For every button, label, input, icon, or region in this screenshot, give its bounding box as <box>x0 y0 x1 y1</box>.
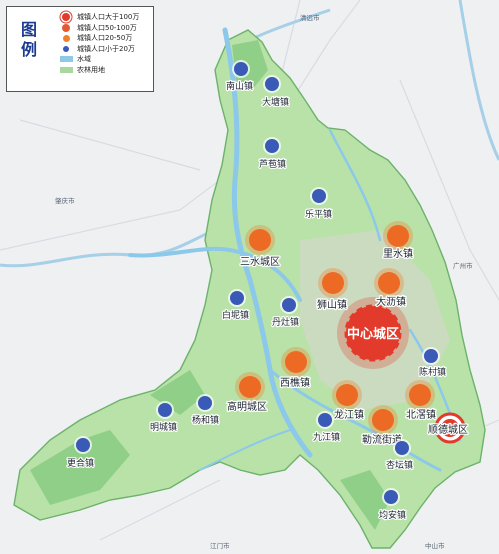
legend-box: 图例 城镇人口大于100万 城镇人口50-100万 城镇人口20-50万 城镇人… <box>6 6 154 92</box>
town-dot <box>198 396 212 410</box>
town-label-nanshan: 南山镇 <box>226 80 253 92</box>
town-label-gaoming: 高明城区 <box>227 400 267 413</box>
town-label-sanshui: 三水城区 <box>240 256 280 268</box>
legend-item-farmland: 农林用地 <box>59 65 139 76</box>
town-dot <box>234 62 248 76</box>
town-dot <box>285 351 307 373</box>
town-label-genghe: 更合镇 <box>67 457 94 469</box>
shunde-city-label: 顺德城区 <box>428 423 468 436</box>
city-label-zhaoqing: 肇庆市 <box>55 196 75 205</box>
town-label-baini: 白坭镇 <box>222 309 249 321</box>
town-label-lubao: 芦苞镇 <box>259 158 286 170</box>
town-label-xiqiao: 西樵镇 <box>280 376 310 389</box>
legend-item-50-100: 城镇人口50-100万 <box>59 23 139 34</box>
legend-symbol-under-20 <box>59 45 73 53</box>
town-marker-shishan[interactable]: 狮山镇 <box>316 268 348 312</box>
town-label-jun_an: 均安镇 <box>379 509 406 521</box>
town-dot <box>424 349 438 363</box>
town-label-mingcheng: 明城镇 <box>150 421 177 433</box>
city-label-qingyuan: 清远市 <box>300 13 320 22</box>
town-label-longjiang: 龙江镇 <box>334 408 364 421</box>
town-marker-beijiao[interactable]: 北滘镇 <box>405 380 437 422</box>
town-label-jiujiang: 九江镇 <box>313 431 340 443</box>
town-label-leping: 乐平镇 <box>305 208 332 220</box>
center-city-label: 中心城区 <box>347 326 399 342</box>
town-label-shishan: 狮山镇 <box>317 298 347 311</box>
legend-symbol-large-city <box>59 13 73 22</box>
legend-label: 城镇人口大于100万 <box>77 13 140 22</box>
town-dot <box>378 272 400 294</box>
town-label-dali: 大沥镇 <box>376 295 406 308</box>
town-marker-xiqiao[interactable]: 西樵镇 <box>279 347 311 390</box>
legend-item-large-city: 城镇人口大于100万 <box>59 12 139 23</box>
legend-item-under-20: 城镇人口小于20万 <box>59 44 139 55</box>
city-label-jiangmen: 江门市 <box>210 541 230 550</box>
legend-label: 农林用地 <box>77 65 105 74</box>
town-dot <box>336 384 358 406</box>
town-dot <box>318 413 332 427</box>
town-dot <box>409 384 431 406</box>
legend-symbol-water <box>59 55 73 63</box>
town-label-lishui: 里水镇 <box>383 247 413 260</box>
town-label-beijiao: 北滘镇 <box>406 408 436 421</box>
city-label-guangzhou: 广州市 <box>453 261 473 270</box>
town-dot <box>312 189 326 203</box>
legend-symbol-farmland <box>59 66 73 74</box>
legend-label: 水域 <box>77 55 91 64</box>
town-dot <box>230 291 244 305</box>
town-label-yanghe: 杨和镇 <box>192 414 219 426</box>
legend-symbol-50-100 <box>59 23 73 32</box>
legend-title: 图例 <box>18 21 37 61</box>
town-dot <box>76 438 90 452</box>
legend-label: 城镇人口50-100万 <box>77 23 137 32</box>
town-label-xingtan: 杏坛镇 <box>386 459 413 471</box>
legend-items: 城镇人口大于100万 城镇人口50-100万 城镇人口20-50万 城镇人口小于… <box>59 12 139 75</box>
legend-symbol-20-50 <box>59 34 73 42</box>
town-dot <box>158 403 172 417</box>
town-label-chencun: 陈村镇 <box>419 366 446 378</box>
legend-label: 城镇人口小于20万 <box>77 44 135 53</box>
town-dot <box>387 225 409 247</box>
town-dot <box>322 272 344 294</box>
town-dot <box>249 229 271 251</box>
town-dot <box>265 139 279 153</box>
town-dot <box>282 298 296 312</box>
town-dot <box>239 376 261 398</box>
town-dot <box>372 409 394 431</box>
town-dot <box>395 441 409 455</box>
legend-item-water: 水域 <box>59 54 139 65</box>
town-marker-lishui[interactable]: 里水镇 <box>382 221 414 261</box>
town-label-danzao: 丹灶镇 <box>272 316 299 328</box>
town-dot <box>384 490 398 504</box>
legend-label: 城镇人口20-50万 <box>77 34 133 43</box>
town-label-datang: 大塘镇 <box>262 96 289 108</box>
town-dot <box>265 77 279 91</box>
legend-item-20-50: 城镇人口20-50万 <box>59 33 139 44</box>
city-label-zhongshan: 中山市 <box>425 541 445 550</box>
